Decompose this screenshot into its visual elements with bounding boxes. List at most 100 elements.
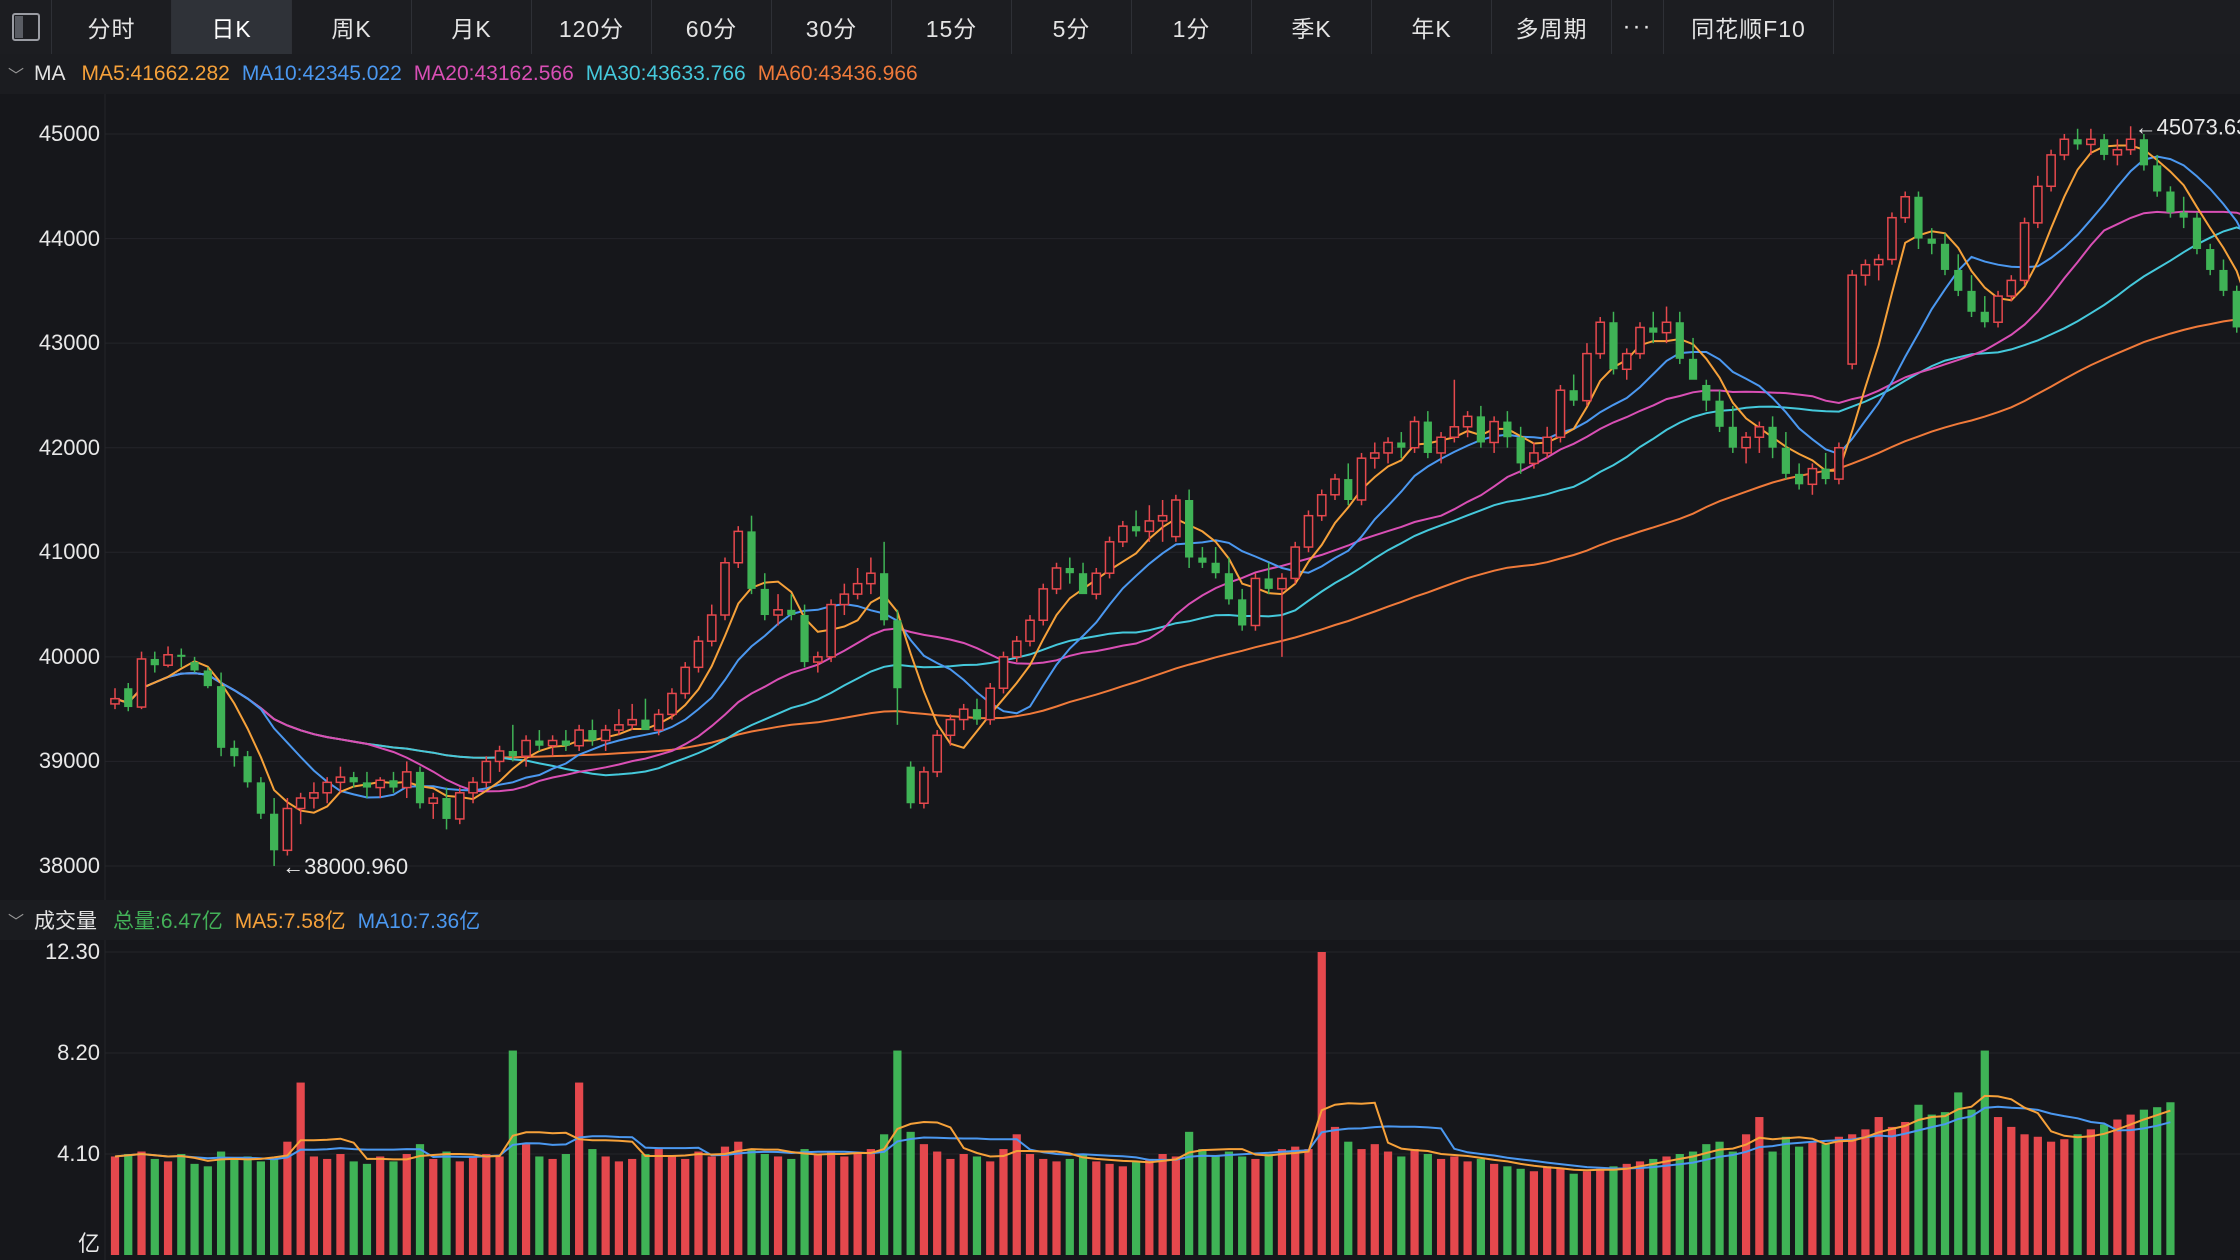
high-price-annotation: ←45073.630 bbox=[2135, 114, 2240, 139]
candle bbox=[1873, 254, 1884, 281]
tab-6[interactable]: 30分 bbox=[772, 0, 892, 54]
candle bbox=[1834, 442, 1844, 485]
volume-bar bbox=[203, 1166, 212, 1255]
candle bbox=[1449, 379, 1460, 443]
candle bbox=[428, 792, 439, 819]
tab-3[interactable]: 月K bbox=[412, 0, 532, 54]
volume-bar bbox=[482, 1154, 491, 1255]
candle-body bbox=[1635, 326, 1645, 355]
candle-body bbox=[521, 739, 531, 757]
tab-8[interactable]: 5分 bbox=[1012, 0, 1132, 54]
candle-body bbox=[866, 572, 876, 585]
candle bbox=[282, 798, 293, 856]
candle bbox=[243, 750, 252, 788]
candle bbox=[1860, 259, 1871, 286]
candle-body bbox=[1807, 467, 1818, 486]
volume-bar bbox=[575, 1082, 584, 1255]
candle bbox=[2112, 139, 2123, 166]
volume-bar bbox=[1768, 1151, 1777, 1255]
candle-body bbox=[177, 654, 186, 657]
volume-bar bbox=[1410, 1149, 1419, 1255]
candle bbox=[706, 604, 717, 647]
tab-4[interactable]: 120分 bbox=[532, 0, 652, 54]
volume-bar bbox=[2020, 1134, 2029, 1255]
candle bbox=[1503, 411, 1512, 448]
candle bbox=[124, 683, 133, 712]
volume-bar bbox=[495, 1156, 504, 1255]
candle-body bbox=[1847, 274, 1858, 365]
volume-bar bbox=[1795, 1146, 1804, 1255]
candle-body bbox=[2112, 148, 2123, 156]
candle bbox=[2139, 134, 2149, 171]
candle-body bbox=[1503, 421, 1512, 438]
volume-bar bbox=[1317, 952, 1326, 1255]
candle-body bbox=[150, 658, 159, 666]
candle-body bbox=[812, 656, 823, 663]
volume-bar bbox=[1848, 1134, 1857, 1255]
more-periods-button[interactable]: ··· bbox=[1612, 0, 1664, 54]
volume-bar bbox=[150, 1158, 159, 1255]
candle bbox=[1795, 463, 1804, 490]
collapse-chevron-icon[interactable]: ﹀ bbox=[8, 62, 24, 86]
volume-bar bbox=[1609, 1166, 1618, 1255]
candle-body bbox=[1198, 557, 1207, 563]
candle bbox=[1051, 562, 1062, 595]
ma60-line bbox=[114, 318, 2240, 759]
candle bbox=[1768, 416, 1777, 459]
tab-1[interactable]: 日K bbox=[172, 0, 292, 54]
candle-body bbox=[282, 807, 293, 852]
tab-9[interactable]: 1分 bbox=[1132, 0, 1252, 54]
volume-bar bbox=[1596, 1168, 1605, 1255]
volume-bar bbox=[455, 1161, 464, 1255]
candle-body bbox=[880, 573, 889, 621]
tab-2[interactable]: 周K bbox=[292, 0, 412, 54]
volume-bar bbox=[906, 1131, 915, 1255]
candle-body bbox=[2219, 269, 2228, 291]
volume-bar bbox=[919, 1144, 929, 1255]
candle-body bbox=[335, 776, 346, 784]
candle bbox=[1595, 317, 1606, 359]
volume-bar bbox=[1993, 1117, 2003, 1255]
candle-body bbox=[574, 729, 584, 747]
candle bbox=[1621, 348, 1632, 380]
candle-body bbox=[1409, 420, 1420, 449]
candle bbox=[1104, 536, 1115, 579]
volume-chart[interactable] bbox=[0, 940, 2240, 1260]
candle-body bbox=[2032, 185, 2043, 224]
volume-bar bbox=[972, 1156, 982, 1255]
candle-body bbox=[893, 620, 902, 689]
tab-0[interactable]: 分时 bbox=[52, 0, 172, 54]
volume-bar bbox=[1264, 1154, 1273, 1255]
panel-toggle-icon[interactable] bbox=[0, 0, 52, 54]
candle bbox=[1078, 562, 1088, 595]
candlestick-chart[interactable]: ←45073.630 ←38000.960 bbox=[0, 94, 2240, 900]
tab-5[interactable]: 60分 bbox=[652, 0, 772, 54]
candle-body bbox=[442, 798, 451, 819]
candle bbox=[1555, 384, 1566, 443]
candle bbox=[1715, 390, 1724, 433]
tab-12[interactable]: 多周期 bbox=[1492, 0, 1612, 54]
volume-bar bbox=[1291, 1146, 1300, 1255]
candle bbox=[1741, 432, 1751, 464]
volume-bar bbox=[1251, 1158, 1260, 1255]
candle-body bbox=[1621, 352, 1632, 371]
tab-11[interactable]: 年K bbox=[1372, 0, 1492, 54]
tab-7[interactable]: 15分 bbox=[892, 0, 1012, 54]
candle-body bbox=[1224, 573, 1234, 600]
volume-bar bbox=[2166, 1102, 2175, 1255]
volume-bar bbox=[2007, 1126, 2016, 1255]
candle bbox=[985, 683, 996, 725]
candle bbox=[547, 735, 558, 757]
candle bbox=[972, 698, 982, 725]
f10-button[interactable]: 同花顺F10 bbox=[1664, 0, 1834, 54]
volume-bar bbox=[1131, 1161, 1141, 1255]
candle-body bbox=[773, 609, 783, 616]
candle-body bbox=[998, 656, 1009, 689]
candle bbox=[588, 719, 597, 746]
volume-collapse-chevron-icon[interactable]: ﹀ bbox=[8, 908, 24, 932]
volume-bar bbox=[2126, 1114, 2135, 1255]
candle-body bbox=[1675, 322, 1684, 359]
candle-body bbox=[787, 609, 796, 616]
tab-10[interactable]: 季K bbox=[1252, 0, 1372, 54]
candle bbox=[2059, 134, 2070, 161]
